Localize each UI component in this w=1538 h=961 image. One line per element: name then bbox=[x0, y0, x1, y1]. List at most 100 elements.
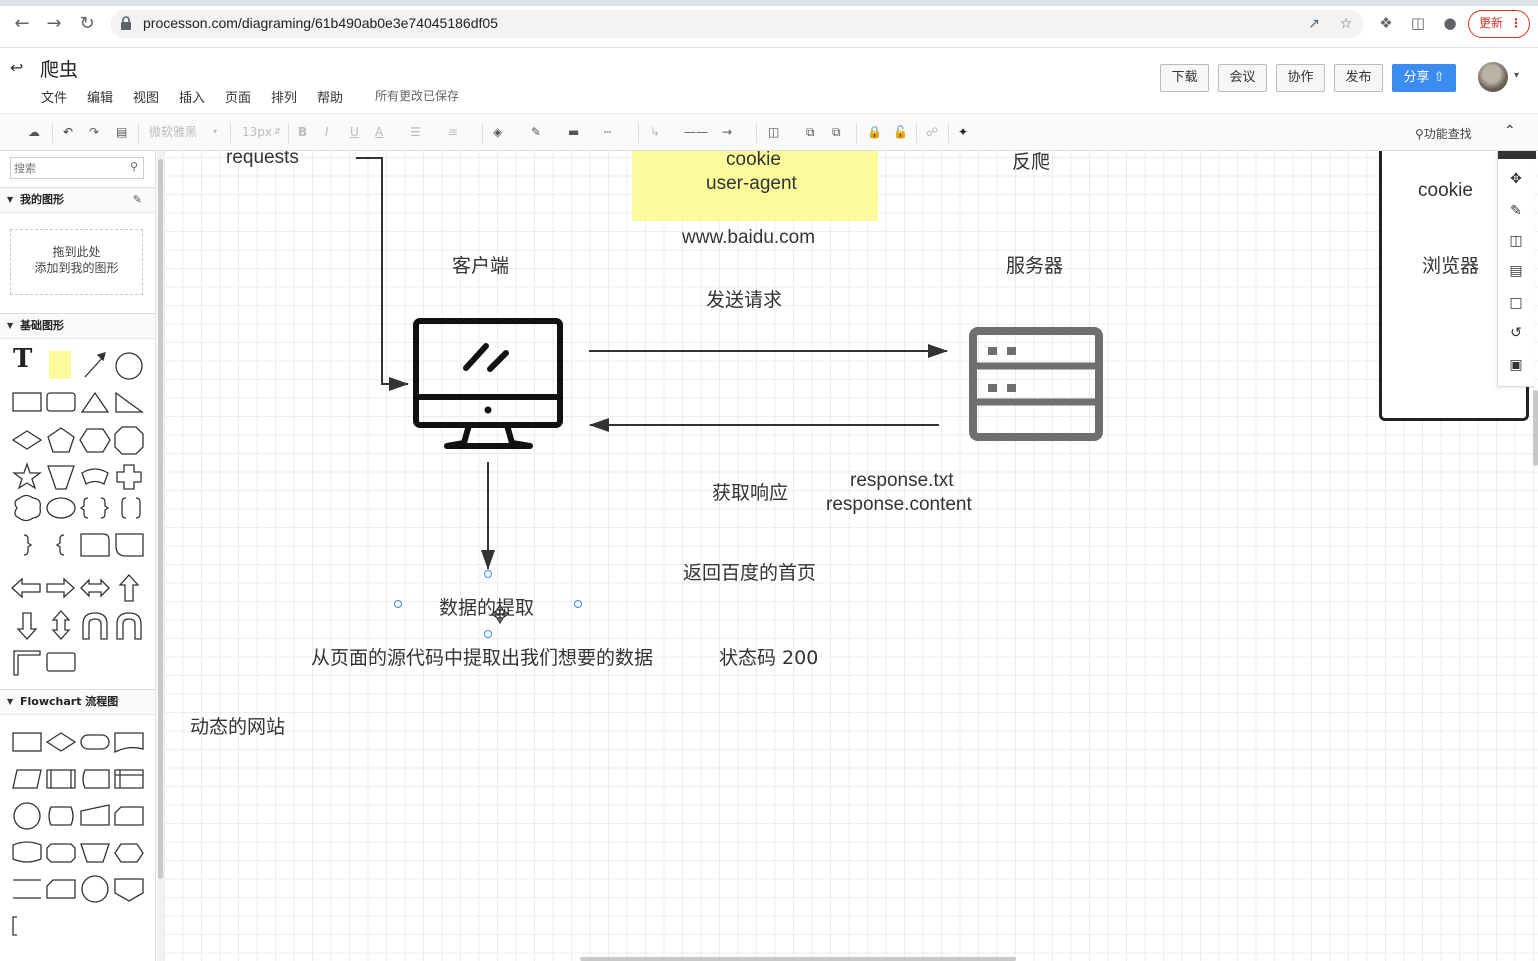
page-setup-icon[interactable]: ◫ bbox=[1506, 231, 1526, 251]
unlock-icon[interactable]: 🔓 bbox=[893, 124, 908, 140]
bold-icon[interactable]: B bbox=[298, 124, 307, 140]
shape-arrow-vertical-double[interactable] bbox=[51, 610, 71, 640]
selection-handle-bottom[interactable] bbox=[484, 630, 492, 638]
shape-corner[interactable] bbox=[13, 650, 41, 676]
share-page-icon[interactable]: ↗ bbox=[1306, 16, 1322, 32]
shape-diamond[interactable] bbox=[11, 430, 43, 450]
font-size-select[interactable]: 13px bbox=[242, 124, 272, 140]
shape-triangle[interactable] bbox=[80, 391, 110, 413]
stepper-icon[interactable]: ⇵ bbox=[274, 124, 281, 140]
selection-handle-top[interactable] bbox=[484, 570, 492, 578]
canvas-horizontal-scrollbar[interactable] bbox=[580, 957, 1016, 961]
format-brush-icon[interactable]: ▤ bbox=[116, 124, 127, 140]
extensions-puzzle-icon[interactable]: ❖ bbox=[1376, 13, 1396, 33]
back-icon[interactable]: ↩ bbox=[10, 58, 23, 77]
reload-icon[interactable]: ↻ bbox=[75, 12, 99, 36]
shape-shield[interactable] bbox=[47, 465, 75, 490]
line-width-icon[interactable]: ▬ bbox=[568, 124, 579, 140]
line-style-icon[interactable]: ┄ bbox=[604, 124, 611, 140]
redo-icon[interactable]: ↷ bbox=[89, 124, 99, 140]
chevron-down-icon[interactable]: ▾ bbox=[1514, 70, 1519, 81]
underline-icon[interactable]: U bbox=[350, 124, 359, 140]
shape-right-brace[interactable] bbox=[100, 497, 110, 519]
lock-icon[interactable]: 🔒 bbox=[867, 124, 882, 140]
selection-handle-left[interactable] bbox=[394, 600, 402, 608]
menu-file[interactable]: 文件 bbox=[41, 87, 67, 106]
shape-hexagon[interactable] bbox=[79, 428, 111, 453]
back-arrow-icon[interactable]: ← bbox=[10, 12, 34, 36]
list-icon[interactable]: ≡ bbox=[448, 124, 458, 140]
shape-circle[interactable] bbox=[115, 352, 143, 380]
section-flowchart[interactable]: ▼ Flowchart 流程图 bbox=[0, 689, 155, 715]
arrow-end-icon[interactable]: → bbox=[722, 124, 732, 140]
format-painter-toggle-icon[interactable]: ☁ bbox=[28, 124, 40, 140]
flow-data[interactable] bbox=[12, 769, 42, 789]
collab-button[interactable]: 协作 bbox=[1276, 64, 1325, 92]
shape-left-brace[interactable] bbox=[79, 497, 89, 519]
collapse-chevron-icon[interactable]: ⌃ bbox=[1504, 123, 1516, 139]
update-button[interactable]: 更新 ⋮ bbox=[1468, 10, 1530, 38]
font-color-icon[interactable]: A bbox=[375, 124, 383, 140]
flow-manual-input[interactable] bbox=[80, 804, 110, 826]
profile-icon[interactable]: ● bbox=[1440, 13, 1460, 33]
shape-brackets[interactable] bbox=[121, 497, 141, 519]
navigator-icon[interactable]: ✥ bbox=[1506, 169, 1526, 189]
search-icon[interactable]: ⚲ bbox=[130, 160, 138, 173]
canvas-vertical-scrollbar[interactable] bbox=[1533, 390, 1538, 466]
flow-internal-storage[interactable] bbox=[114, 769, 144, 789]
shape-banner[interactable] bbox=[81, 468, 109, 485]
shape-cloud[interactable] bbox=[14, 494, 41, 522]
comment-icon[interactable]: ▣ bbox=[1506, 355, 1526, 375]
flow-document[interactable] bbox=[114, 732, 144, 754]
shape-text[interactable]: T bbox=[13, 344, 33, 374]
shape-arch[interactable] bbox=[116, 612, 142, 640]
flow-process[interactable] bbox=[12, 732, 42, 752]
shape-arrow-down[interactable] bbox=[16, 612, 38, 640]
avatar[interactable] bbox=[1478, 62, 1508, 92]
connector-type-icon[interactable]: ↳ bbox=[650, 124, 660, 140]
fill-bucket-icon[interactable]: ◈ bbox=[493, 124, 502, 140]
diagram-canvas[interactable]: cookie user-agent requests 反爬 www.baidu.… bbox=[164, 151, 1538, 961]
shape-callout-ellipse[interactable] bbox=[46, 497, 76, 519]
shape-rounded-rectangle[interactable] bbox=[46, 392, 76, 412]
flow-decision[interactable] bbox=[45, 732, 77, 752]
menu-view[interactable]: 视图 bbox=[133, 87, 159, 106]
flow-stored-data[interactable] bbox=[82, 769, 110, 789]
flow-predefined[interactable] bbox=[46, 769, 76, 789]
shape-search-input[interactable] bbox=[14, 160, 124, 176]
shape-half-rounded[interactable] bbox=[115, 533, 144, 557]
flow-annotation[interactable] bbox=[12, 916, 17, 936]
history-icon[interactable]: ↺ bbox=[1506, 323, 1526, 343]
shape-pentagon[interactable] bbox=[47, 427, 75, 453]
share-button[interactable]: 分享 ⇧ bbox=[1392, 64, 1456, 92]
italic-icon[interactable]: I bbox=[325, 124, 329, 140]
line-color-icon[interactable]: ✎ bbox=[531, 124, 541, 140]
download-button[interactable]: 下载 bbox=[1160, 64, 1209, 92]
align-icon[interactable]: ☰ bbox=[410, 124, 421, 140]
link-icon[interactable]: ☍ bbox=[926, 124, 938, 140]
shape-rectangle[interactable] bbox=[12, 392, 42, 412]
menu-page[interactable]: 页面 bbox=[225, 87, 251, 106]
sidebar-scrollbar[interactable] bbox=[157, 151, 164, 961]
page-icon[interactable]: □ bbox=[1506, 293, 1526, 313]
shape-rectangle-2[interactable] bbox=[46, 652, 76, 672]
flow-off-page[interactable] bbox=[81, 875, 109, 903]
more-menu-icon[interactable]: ⋮ bbox=[1510, 11, 1522, 36]
flow-connector[interactable] bbox=[13, 802, 41, 830]
flow-off-page-connector[interactable] bbox=[114, 878, 144, 902]
side-panel-icon[interactable]: ◫ bbox=[1408, 13, 1428, 33]
computer-icon[interactable] bbox=[413, 318, 563, 449]
bookmark-star-icon[interactable]: ☆ bbox=[1338, 16, 1354, 32]
feature-search[interactable]: ⚲功能查找 bbox=[1415, 125, 1472, 142]
line-start-icon[interactable]: —— bbox=[684, 124, 708, 140]
shape-arrow-right[interactable] bbox=[46, 577, 75, 599]
section-basic-shapes[interactable]: ▼ 基础图形 bbox=[0, 313, 155, 339]
shape-search[interactable]: ⚲ bbox=[10, 157, 144, 179]
url-text[interactable]: processon.com/diagraming/61b490ab0e3e740… bbox=[143, 15, 498, 31]
meeting-button[interactable]: 会议 bbox=[1218, 64, 1267, 92]
shape-cross[interactable] bbox=[116, 464, 142, 490]
forward-arrow-icon[interactable]: → bbox=[42, 12, 66, 36]
scrollbar-thumb[interactable] bbox=[158, 159, 163, 879]
edit-icon[interactable]: ✎ bbox=[133, 188, 142, 212]
style-icon[interactable]: ✎ bbox=[1506, 201, 1526, 221]
